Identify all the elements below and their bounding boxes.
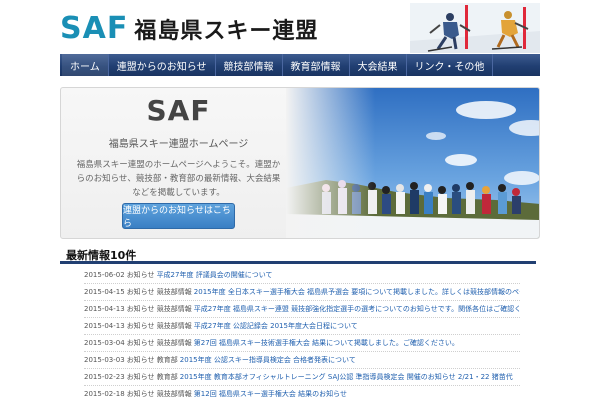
logo-mark: SAF [60, 11, 129, 46]
news-title-link[interactable]: 平成27年度 公認記録会 2015年度大会日程について [194, 321, 358, 331]
news-item: 2015-06-02 お知らせ 平成27年度 評議員会の開催について [84, 267, 520, 284]
news-date: 2015-06-02 [84, 271, 125, 279]
news-item: 2015-03-04 お知らせ 競技部情報 第27回 福島県スキー技術選手権大会… [84, 335, 520, 352]
news-date: 2015-04-13 [84, 305, 125, 313]
news-date: 2015-03-04 [84, 339, 125, 347]
news-item: 2015-02-18 お知らせ 競技部情報 第12回 福島県スキー選手権大会 結… [84, 386, 520, 400]
news-category: お知らせ [126, 271, 155, 279]
site-header: SAF 福島県スキー連盟 [60, 3, 540, 53]
skier-illustration [410, 3, 540, 53]
news-date: 2015-02-18 [84, 390, 125, 398]
main-nav: ホーム 連盟からのお知らせ 競技部情報 教育部情報 大会結果 リンク・その他 [60, 54, 540, 76]
news-date: 2015-02-23 [84, 373, 125, 381]
news-title-link[interactable]: 第12回 福島県スキー選手権大会 結果のお知らせ [194, 389, 347, 399]
nav-item-results[interactable]: 大会結果 [350, 54, 407, 76]
group-skiers-illustration [286, 88, 539, 238]
nav-item-home[interactable]: ホーム [62, 54, 109, 76]
hero-banner: SAF 福島県スキー連盟ホームページ 福島県スキー連盟のホームページへようこそ。… [60, 87, 540, 239]
org-name: 福島県スキー連盟 [134, 18, 319, 44]
news-item: 2015-04-13 お知らせ 競技部情報 平成27年度 福島県スキー連盟 競技… [84, 301, 520, 318]
hero-subtitle: 福島県スキー連盟ホームページ [108, 139, 249, 150]
news-title-link[interactable]: 2015年度 教育本部オフィシャルトレーニング SAJ公認 準指導員検定会 開催… [180, 372, 513, 382]
site-logo[interactable]: SAF 福島県スキー連盟 [60, 11, 318, 46]
news-item: 2015-02-23 お知らせ 教育部 2015年度 教育本部オフィシャルトレー… [84, 369, 520, 386]
nav-item-announcements[interactable]: 連盟からのお知らせ [109, 54, 216, 76]
news-title-link[interactable]: 2015年度 公認スキー指導員検定会 合格者発表について [180, 355, 356, 365]
news-item: 2015-04-15 お知らせ 競技部情報 2015年度 全日本スキー選手権大会… [84, 284, 520, 301]
news-title-link[interactable]: 2015年度 全日本スキー選手権大会 福島県予選会 要項について掲載しました。詳… [194, 287, 520, 297]
news-category: お知らせ 競技部情報 [126, 288, 192, 296]
news-category: お知らせ 教育部 [126, 356, 178, 364]
news-divider [60, 261, 536, 264]
news-date: 2015-04-15 [84, 288, 125, 296]
nav-item-links[interactable]: リンク・その他 [407, 54, 494, 76]
news-category: お知らせ 競技部情報 [126, 322, 192, 330]
hero-description: 福島県スキー連盟のホームページへようこそ。連盟からのお知らせ、競技部・教育部の最… [76, 160, 281, 198]
news-date: 2015-04-13 [84, 322, 125, 330]
news-category: お知らせ 競技部情報 [126, 339, 192, 347]
news-category: お知らせ 教育部 [126, 373, 178, 381]
hero-group-photo [286, 88, 539, 238]
nav-item-competition[interactable]: 競技部情報 [216, 54, 283, 76]
hero-cta-button[interactable]: 連盟からのお知らせはこちら [122, 203, 235, 229]
hero-title: SAF [146, 94, 211, 127]
news-list: 2015-06-02 お知らせ 平成27年度 評議員会の開催について 2015-… [84, 267, 520, 400]
news-item: 2015-04-13 お知らせ 競技部情報 平成27年度 公認記録会 2015年… [84, 318, 520, 335]
nav-item-education[interactable]: 教育部情報 [283, 54, 350, 76]
news-title-link[interactable]: 第27回 福島県スキー技術選手権大会 結果について掲載しました。ご確認ください。 [194, 338, 459, 348]
news-category: お知らせ 競技部情報 [126, 390, 192, 398]
news-item: 2015-03-03 お知らせ 教育部 2015年度 公認スキー指導員検定会 合… [84, 352, 520, 369]
news-date: 2015-03-03 [84, 356, 125, 364]
news-category: お知らせ 競技部情報 [126, 305, 192, 313]
news-title-link[interactable]: 平成27年度 福島県スキー連盟 競技部強化指定選手の選考についてのお知らせです。… [194, 304, 520, 314]
header-skier-photo [410, 3, 540, 53]
news-title-link[interactable]: 平成27年度 評議員会の開催について [157, 270, 273, 280]
